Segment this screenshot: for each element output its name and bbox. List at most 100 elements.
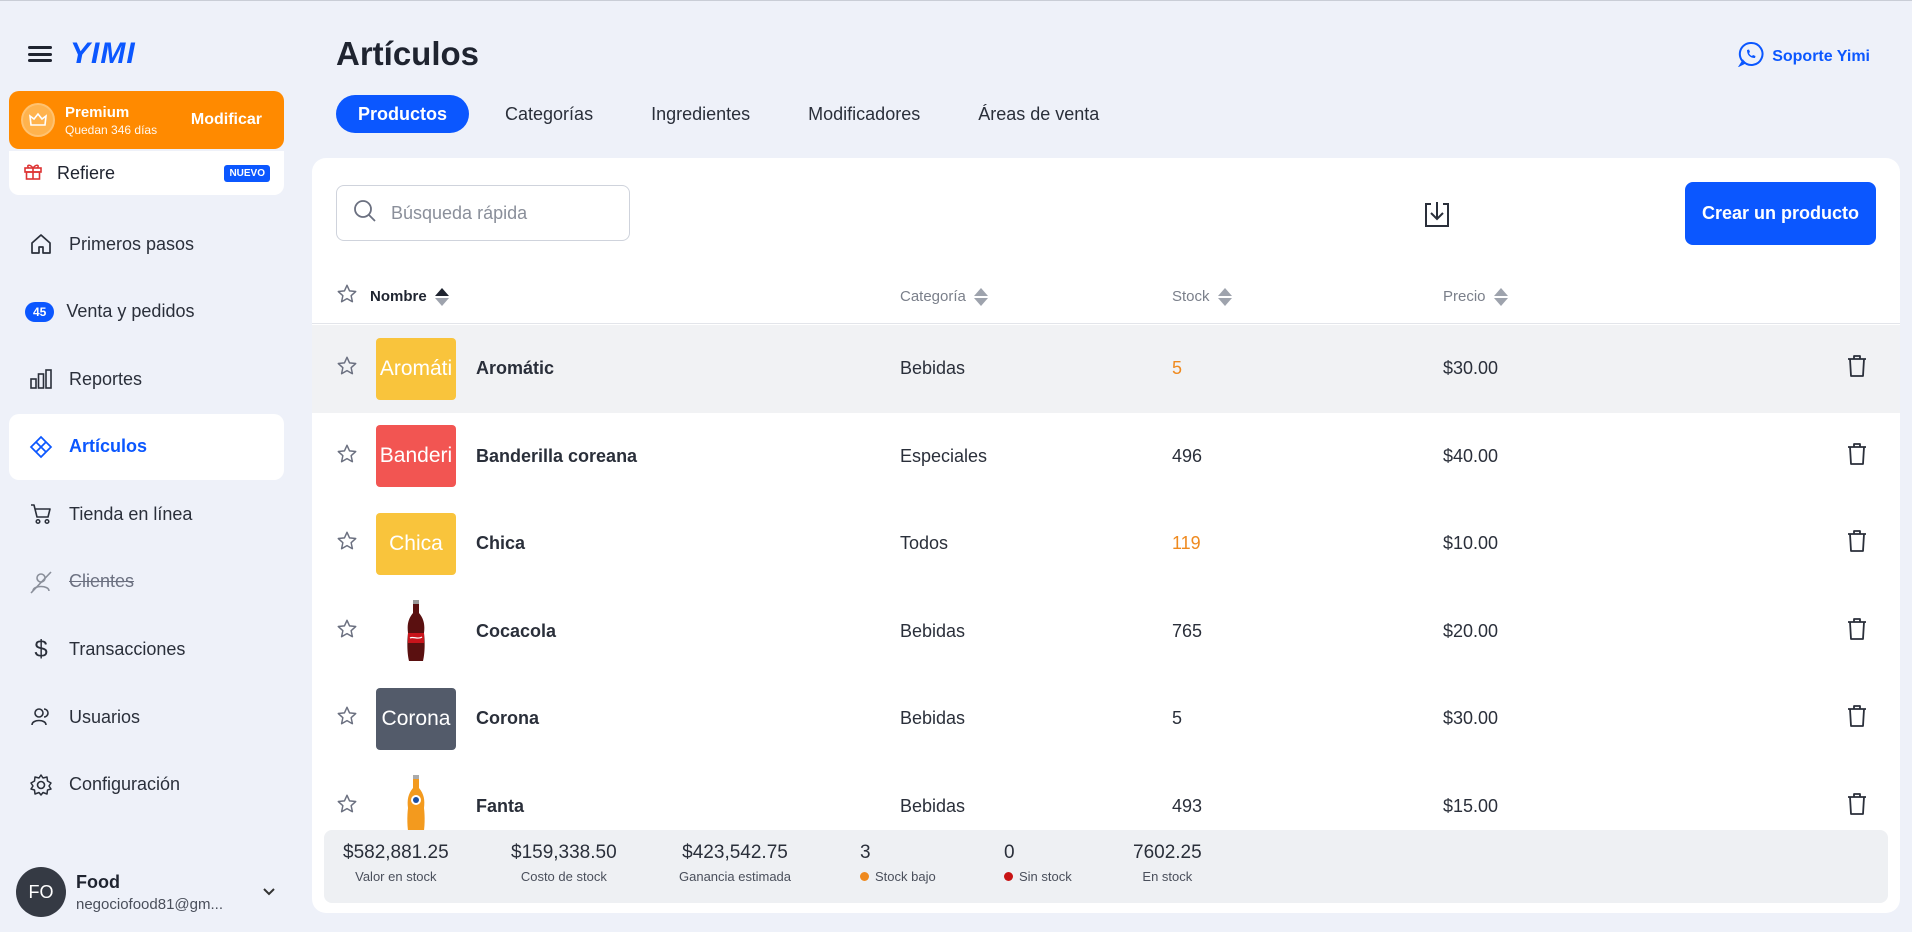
- star-outline-icon[interactable]: [336, 530, 358, 557]
- sidebar-item-transacciones[interactable]: $ Transacciones: [9, 617, 284, 683]
- sidebar-item-clientes[interactable]: Clientes: [9, 549, 284, 615]
- trash-icon[interactable]: [1846, 354, 1868, 383]
- sidebar-item-articulos[interactable]: Artículos: [9, 413, 284, 480]
- avatar: FO: [16, 867, 66, 917]
- trash-icon[interactable]: [1846, 442, 1868, 471]
- star-outline-icon[interactable]: [336, 355, 358, 382]
- premium-banner[interactable]: Premium Quedan 346 días Modificar: [9, 91, 284, 149]
- star-outline-icon[interactable]: [336, 793, 358, 820]
- stat-value: 3: [860, 842, 871, 863]
- product-thumbnail: Banderi: [376, 425, 456, 488]
- user-menu[interactable]: FO Food negociofood81@gm...: [16, 867, 276, 917]
- product-category: Bebidas: [900, 358, 966, 379]
- stat-label: Stock bajo: [875, 869, 936, 884]
- table-row[interactable]: Corona Corona Bebidas 5 $30.00: [312, 675, 1900, 763]
- table-row[interactable]: Aromáti Aromátic Bebidas 5 $30.00: [312, 325, 1900, 413]
- out-of-stock-dot: [1004, 872, 1013, 881]
- gear-icon: [27, 771, 55, 799]
- trash-icon[interactable]: [1846, 704, 1868, 733]
- stat-label-row: Stock bajo: [860, 869, 936, 884]
- product-stock: 5: [1172, 708, 1183, 729]
- refer-label: Refiere: [57, 162, 116, 183]
- user-info: Food negociofood81@gm...: [76, 872, 262, 913]
- column-header-category[interactable]: Categoría: [900, 287, 988, 306]
- trash-icon[interactable]: [1846, 529, 1868, 558]
- stat-label: Ganancia estimada: [679, 869, 792, 884]
- app-window: YIMI Premium Quedan 346 días Modificar R…: [0, 0, 1912, 932]
- stat-stock-cost: $159,338.50 Costo de stock: [511, 842, 617, 884]
- product-name: Banderilla coreana: [476, 445, 638, 466]
- star-outline-icon[interactable]: [336, 443, 358, 470]
- stat-estimated-profit: $423,542.75 Ganancia estimada: [679, 842, 791, 884]
- page-title: Artículos: [336, 35, 480, 72]
- crown-icon: [21, 103, 55, 137]
- sort-icon: [973, 287, 988, 306]
- download-icon[interactable]: [1422, 200, 1452, 230]
- product-thumbnail: Corona: [376, 687, 456, 750]
- sidebar-item-ventas[interactable]: 45 Venta y pedidos: [9, 279, 284, 345]
- premium-days: Quedan 346 días: [65, 122, 158, 137]
- sidebar-item-reportes[interactable]: Reportes: [9, 346, 284, 412]
- sidebar-item-label: Usuarios: [69, 706, 141, 727]
- support-label: Soporte Yimi: [1772, 47, 1870, 65]
- chevron-down-icon[interactable]: [262, 884, 276, 900]
- articles-icon: [27, 433, 55, 461]
- sidebar-item-label: Clientes: [69, 571, 135, 592]
- product-price: $30.00: [1443, 708, 1499, 729]
- modify-plan-button[interactable]: Modificar: [191, 111, 262, 129]
- support-link[interactable]: Soporte Yimi: [1737, 41, 1870, 72]
- refer-button[interactable]: Refiere NUEVO: [9, 151, 284, 195]
- tab-modificadores[interactable]: Modificadores: [786, 95, 942, 133]
- sidebar-item-label: Tienda en línea: [69, 503, 193, 524]
- sidebar: YIMI Premium Quedan 346 días Modificar R…: [0, 1, 290, 932]
- product-stock: 765: [1172, 620, 1203, 641]
- new-badge: NUEVO: [224, 164, 270, 182]
- sidebar-item-label: Primeros pasos: [69, 233, 195, 254]
- star-outline-icon[interactable]: [336, 705, 358, 732]
- dollar-icon: $: [34, 635, 48, 663]
- trash-icon[interactable]: [1846, 617, 1868, 646]
- product-category: Bebidas: [900, 620, 966, 641]
- stat-label: En stock: [1142, 869, 1193, 884]
- sidebar-item-usuarios[interactable]: Usuarios: [9, 684, 284, 750]
- column-label: Precio: [1443, 288, 1486, 305]
- logo[interactable]: YIMI: [70, 37, 136, 71]
- sidebar-item-configuracion[interactable]: Configuración: [9, 752, 284, 818]
- table-row[interactable]: Banderi Banderilla coreana Especiales 49…: [312, 413, 1900, 501]
- stat-in-stock: 7602.25 En stock: [1133, 842, 1202, 884]
- product-name: Aromátic: [476, 358, 555, 379]
- table-row[interactable]: Chica Chica Todos 119 $10.00: [312, 500, 1900, 588]
- stat-value: $582,881.25: [343, 842, 449, 863]
- sort-icon: [1217, 287, 1232, 306]
- tab-ingredientes[interactable]: Ingredientes: [629, 95, 772, 133]
- table-header: Nombre Categoría Stock Precio: [312, 270, 1900, 324]
- bar-chart-icon: [27, 365, 55, 393]
- menu-icon[interactable]: [28, 44, 52, 64]
- users-icon: [27, 703, 55, 731]
- product-price: $10.00: [1443, 533, 1499, 554]
- column-header-stock[interactable]: Stock: [1172, 287, 1232, 306]
- stock-summary: $582,881.25 Valor en stock $159,338.50 C…: [324, 830, 1888, 903]
- sidebar-item-label: Reportes: [69, 368, 143, 389]
- search-box[interactable]: [336, 185, 630, 241]
- star-outline-icon[interactable]: [336, 283, 358, 310]
- create-product-button[interactable]: Crear un producto: [1685, 182, 1876, 245]
- tab-areas-de-venta[interactable]: Áreas de venta: [956, 95, 1121, 133]
- column-header-price[interactable]: Precio: [1443, 287, 1508, 306]
- sidebar-item-tienda[interactable]: Tienda en línea: [9, 481, 284, 547]
- search-input[interactable]: [391, 202, 611, 224]
- product-list: Aromáti Aromátic Bebidas 5 $30.00 Bander…: [312, 325, 1900, 850]
- tab-categorias[interactable]: Categorías: [483, 95, 615, 133]
- stat-value: 0: [1004, 842, 1015, 863]
- table-row[interactable]: Cocacola Bebidas 765 $20.00: [312, 588, 1900, 676]
- products-card: Crear un producto Nombre Categoría Stock…: [312, 158, 1900, 913]
- stat-stock-value: $582,881.25 Valor en stock: [343, 842, 449, 884]
- column-header-name[interactable]: Nombre: [370, 287, 449, 306]
- tab-productos[interactable]: Productos: [336, 95, 470, 133]
- trash-icon[interactable]: [1846, 792, 1868, 821]
- sidebar-item-primeros-pasos[interactable]: Primeros pasos: [9, 211, 284, 277]
- whatsapp-icon: [1737, 41, 1764, 72]
- star-outline-icon[interactable]: [336, 618, 358, 645]
- sidebar-item-label: Artículos: [69, 436, 148, 457]
- user-name: Food: [76, 871, 120, 892]
